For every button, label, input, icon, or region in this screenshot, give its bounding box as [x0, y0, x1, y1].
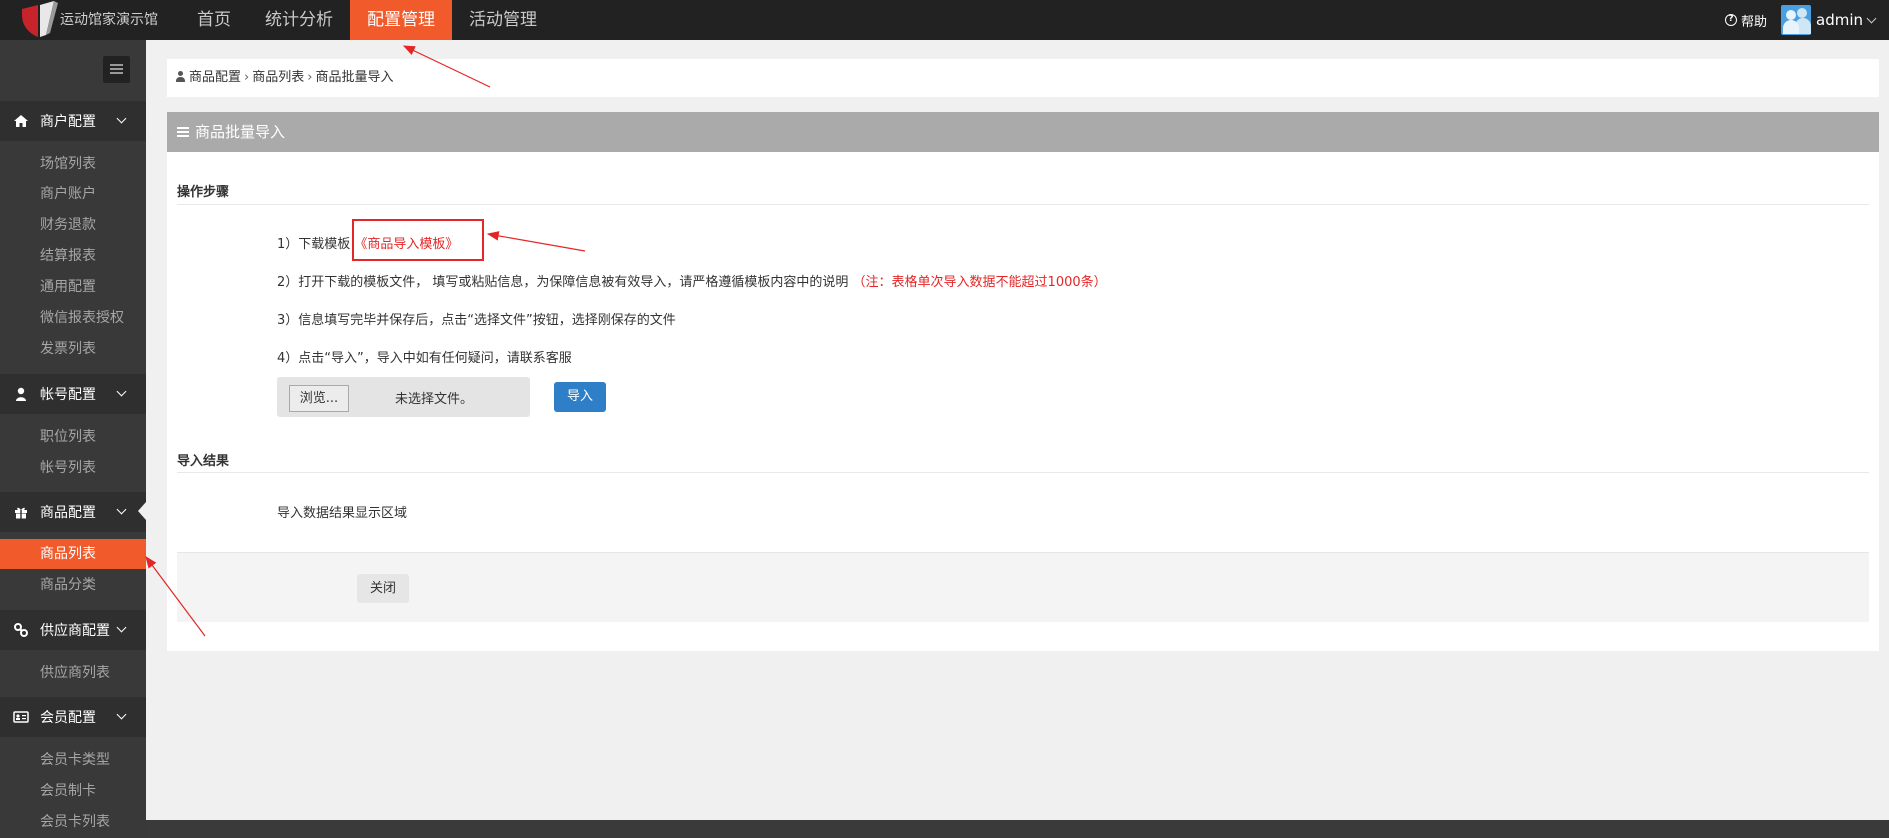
- help-label: 帮助: [1740, 14, 1767, 30]
- sidebar-item-product-category[interactable]: 商品分类: [0, 570, 146, 600]
- gift-icon: [13, 504, 29, 520]
- top-right-tools: ? 帮助 admin: [1724, 0, 1877, 40]
- sidebar-item-refunds[interactable]: 财务退款: [0, 210, 146, 240]
- step-3: 3）信息填写完毕并保存后，点击“选择文件”按钮，选择刚保存的文件: [277, 313, 676, 328]
- top-nav: 首页 统计分析 配置管理 活动管理: [180, 0, 554, 40]
- panel-header: 商品批量导入: [167, 112, 1879, 152]
- top-bar: 运动馆家演示馆 首页 统计分析 配置管理 活动管理 ? 帮助 admin: [0, 0, 1889, 40]
- link-icon: [13, 622, 29, 638]
- sidebar-item-card-types[interactable]: 会员卡类型: [0, 745, 146, 775]
- close-button[interactable]: 关闭: [357, 574, 409, 603]
- sidebar-item-positions[interactable]: 职位列表: [0, 422, 146, 452]
- panel-title: 商品批量导入: [195, 123, 286, 141]
- step-4: 4）点击“导入”，导入中如有任何疑问，请联系客服: [277, 351, 572, 366]
- user-menu[interactable]: admin: [1816, 11, 1877, 29]
- sidebar-group-suppliers[interactable]: 供应商配置: [0, 610, 146, 650]
- steps-title: 操作步骤: [177, 185, 230, 200]
- browse-button[interactable]: 浏览...: [289, 385, 349, 412]
- list-icon: [177, 127, 189, 137]
- step-2-text: 2）打开下载的模板文件， 填写或粘贴信息，为保障信息被有效导入，请严格遵循模板内…: [277, 275, 849, 290]
- sidebar-item-wechat-auth[interactable]: 微信报表授权: [0, 303, 146, 333]
- home-icon: [13, 113, 29, 129]
- chevron-down-icon: [1866, 13, 1877, 23]
- sidebar-group-label: 商品配置: [40, 505, 96, 521]
- nav-item-config[interactable]: 配置管理: [350, 0, 452, 40]
- breadcrumb: 商品配置 › 商品列表 › 商品批量导入: [167, 59, 1879, 97]
- bottom-strip: [146, 820, 1889, 838]
- help-link[interactable]: ? 帮助: [1724, 11, 1767, 30]
- sidebar-item-venues[interactable]: 场馆列表: [0, 149, 146, 179]
- sidebar: 商户配置 场馆列表 商户账户 财务退款 结算报表 通用配置 微信报表授权 发票列…: [0, 40, 146, 838]
- breadcrumb-item[interactable]: 商品列表: [252, 70, 304, 85]
- annotation-highlight-box: [352, 219, 484, 261]
- file-status: 未选择文件。: [395, 392, 474, 407]
- sidebar-item-supplier-list[interactable]: 供应商列表: [0, 658, 146, 688]
- sidebar-group-accounts[interactable]: 帐号配置: [0, 374, 146, 414]
- sidebar-item-card-making[interactable]: 会员制卡: [0, 776, 146, 806]
- nav-item-activities[interactable]: 活动管理: [452, 0, 554, 40]
- logo-shield-icon: [22, 1, 58, 37]
- sidebar-item-product-list[interactable]: 商品列表: [0, 539, 146, 569]
- sidebar-item-card-list[interactable]: 会员卡列表: [0, 807, 146, 837]
- sidebar-item-invoices[interactable]: 发票列表: [0, 334, 146, 364]
- divider: [177, 204, 1869, 205]
- sidebar-toggle-menu-icon[interactable]: [103, 56, 130, 83]
- import-panel: 商品批量导入 操作步骤 1）下载模板 《商品导入模板》 2）打开下载的模板文件，…: [167, 112, 1879, 651]
- step-2-note: （注：表格单次导入数据不能超过1000条）: [852, 275, 1107, 290]
- nav-item-statistics[interactable]: 统计分析: [248, 0, 350, 40]
- step-2: 2）打开下载的模板文件， 填写或粘贴信息，为保障信息被有效导入，请严格遵循模板内…: [277, 271, 1107, 290]
- sidebar-group-label: 会员配置: [40, 710, 96, 726]
- import-button[interactable]: 导入: [554, 382, 606, 412]
- sidebar-item-settlement[interactable]: 结算报表: [0, 241, 146, 271]
- sidebar-group-label: 商户配置: [40, 114, 96, 130]
- result-title: 导入结果: [177, 454, 230, 469]
- user-icon: [176, 71, 185, 82]
- user-name: admin: [1816, 11, 1863, 29]
- sidebar-group-merchant[interactable]: 商户配置: [0, 101, 146, 141]
- id-card-icon: [13, 709, 29, 725]
- chevron-down-icon: [116, 622, 127, 633]
- chevron-down-icon: [116, 709, 127, 720]
- file-input[interactable]: 浏览... 未选择文件。: [277, 377, 530, 417]
- sidebar-item-account-list[interactable]: 帐号列表: [0, 453, 146, 483]
- step-1-text: 1）下载模板: [277, 237, 351, 252]
- breadcrumb-item[interactable]: 商品配置: [189, 70, 241, 85]
- chevron-down-icon: [116, 113, 127, 124]
- sidebar-group-products[interactable]: 商品配置: [0, 492, 146, 532]
- active-section-notch: [138, 502, 146, 520]
- sidebar-group-label: 帐号配置: [40, 387, 96, 403]
- sidebar-group-label: 供应商配置: [40, 623, 110, 639]
- sidebar-item-general-config[interactable]: 通用配置: [0, 272, 146, 302]
- result-area: 导入数据结果显示区域: [277, 506, 408, 521]
- avatar[interactable]: [1781, 5, 1811, 35]
- chevron-down-icon: [116, 504, 127, 515]
- chevron-down-icon: [116, 386, 127, 397]
- divider: [177, 472, 1869, 473]
- panel-footer: 关闭: [177, 552, 1869, 622]
- nav-item-home[interactable]: 首页: [180, 0, 248, 40]
- app-title: 运动馆家演示馆: [60, 12, 158, 28]
- app-logo[interactable]: 运动馆家演示馆: [14, 0, 164, 40]
- sidebar-item-merchant-account[interactable]: 商户账户: [0, 179, 146, 209]
- sidebar-group-members[interactable]: 会员配置: [0, 697, 146, 737]
- help-icon: ?: [1724, 14, 1737, 26]
- user-icon: [13, 386, 29, 402]
- breadcrumb-item-current: 商品批量导入: [315, 70, 394, 85]
